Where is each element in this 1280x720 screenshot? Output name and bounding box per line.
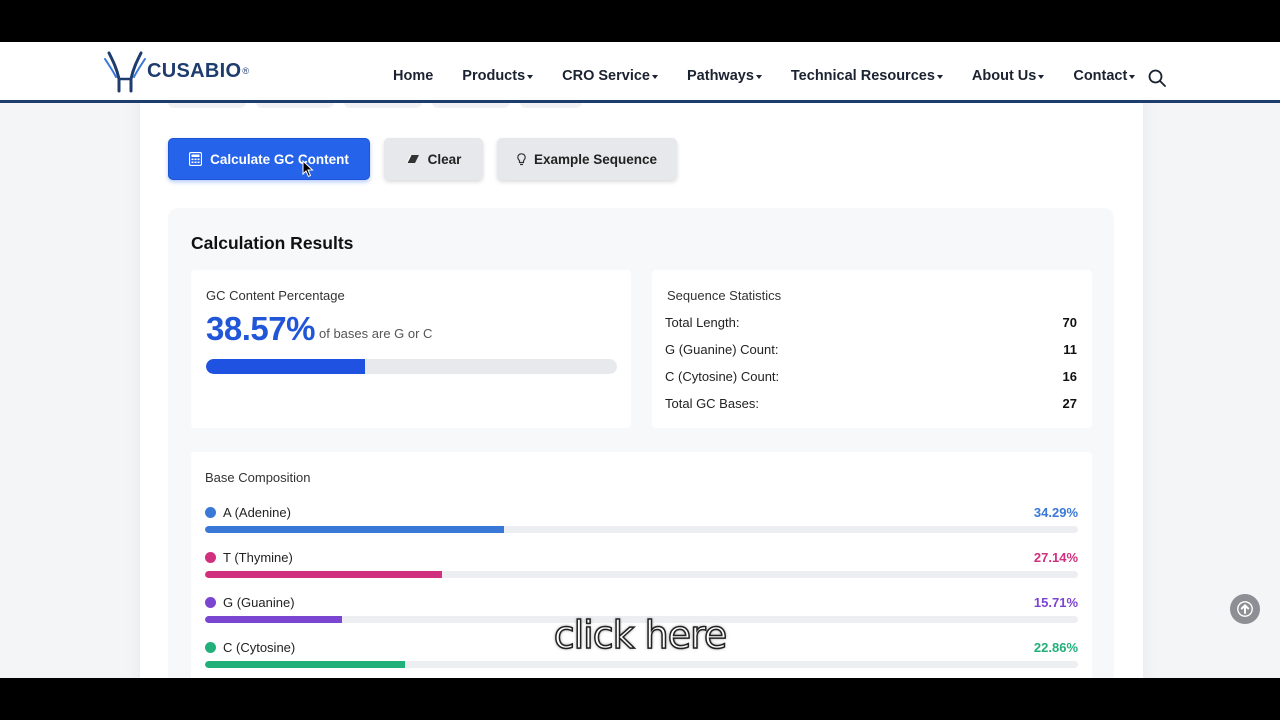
video-caption: click here bbox=[553, 612, 728, 658]
stat-row-total-length: Total Length: 70 bbox=[665, 315, 1077, 330]
gc-progress-track bbox=[206, 359, 617, 374]
mouse-cursor-icon bbox=[302, 160, 314, 178]
video-letterbox-bottom bbox=[0, 678, 1280, 720]
site-header: CUSABIO ® Home Products CRO Service Path… bbox=[0, 42, 1280, 103]
caret-down-icon bbox=[936, 74, 943, 79]
base-percentage: 15.71% bbox=[1033, 594, 1078, 610]
results-title: Calculation Results bbox=[191, 233, 354, 253]
nav-label: Pathways bbox=[687, 68, 754, 84]
logo-registered-mark: ® bbox=[242, 66, 249, 76]
lightbulb-icon bbox=[517, 152, 526, 165]
clear-button-label: Clear bbox=[427, 151, 462, 167]
search-icon[interactable] bbox=[1148, 69, 1166, 87]
calculate-button-label: Calculate GC Content bbox=[210, 151, 349, 167]
base-name: A (Adenine) bbox=[223, 504, 291, 520]
nav-label: Products bbox=[462, 68, 526, 84]
caret-down-icon bbox=[755, 74, 762, 79]
stat-value: 11 bbox=[1063, 342, 1077, 357]
calculator-icon bbox=[189, 152, 203, 166]
stat-row-c-count: C (Cytosine) Count: 16 bbox=[665, 369, 1077, 384]
caret-down-icon bbox=[1038, 74, 1045, 79]
stat-label: G (Guanine) Count: bbox=[665, 342, 779, 357]
gc-content-value: 38.57% bbox=[206, 310, 315, 347]
nav-technical-resources[interactable]: Technical Resources bbox=[791, 68, 943, 84]
base-progress-fill bbox=[205, 571, 442, 578]
example-button-label: Example Sequence bbox=[533, 151, 658, 167]
nav-contact[interactable]: Contact bbox=[1073, 68, 1136, 84]
video-letterbox-top bbox=[0, 0, 1280, 42]
antibody-logo-icon bbox=[104, 51, 146, 93]
nav-label: Home bbox=[393, 68, 434, 84]
stat-row-total-gc: Total GC Bases: 27 bbox=[665, 396, 1077, 411]
base-progress-fill bbox=[205, 526, 505, 533]
base-name: G (Guanine) bbox=[223, 594, 295, 610]
thymine-dot-icon bbox=[205, 551, 216, 563]
adenine-dot-icon bbox=[205, 506, 216, 518]
base-row-adenine: A (Adenine) 34.29% bbox=[205, 504, 1078, 533]
guanine-dot-icon bbox=[205, 596, 216, 608]
eraser-icon bbox=[406, 154, 419, 164]
caret-down-icon bbox=[527, 74, 534, 79]
cusabio-logo[interactable]: CUSABIO ® bbox=[103, 48, 249, 94]
caret-down-icon bbox=[652, 74, 658, 79]
base-row-thymine: T (Thymine) 27.14% bbox=[205, 549, 1078, 578]
base-percentage: 34.29% bbox=[1033, 504, 1078, 520]
base-composition-label: Base Composition bbox=[205, 470, 311, 485]
nav-label: CRO Service bbox=[562, 68, 650, 84]
sequence-statistics-label: Sequence Statistics bbox=[667, 288, 782, 303]
gc-progress-fill bbox=[206, 359, 365, 374]
gc-content-subtext: of bases are G or C bbox=[319, 326, 433, 341]
calculate-gc-button[interactable]: Calculate GC Content bbox=[168, 138, 370, 180]
gc-content-label: GC Content Percentage bbox=[206, 288, 345, 303]
stat-value: 16 bbox=[1062, 369, 1077, 384]
page-viewport: CUSABIO ® Home Products CRO Service Path… bbox=[0, 42, 1280, 678]
stat-value: 70 bbox=[1062, 315, 1077, 330]
nav-cro-service[interactable]: CRO Service bbox=[562, 68, 658, 84]
logo-text: CUSABIO bbox=[147, 59, 242, 82]
stat-label: Total GC Bases: bbox=[665, 396, 759, 411]
stat-label: Total Length: bbox=[665, 315, 740, 330]
main-nav: Home Products CRO Service Pathways Techn… bbox=[393, 68, 1164, 84]
nav-label: About Us bbox=[971, 68, 1037, 84]
base-progress-fill bbox=[205, 661, 405, 668]
stat-row-g-count: G (Guanine) Count: 11 bbox=[665, 342, 1077, 357]
nav-label: Contact bbox=[1073, 68, 1128, 84]
base-percentage: 27.14% bbox=[1033, 549, 1078, 565]
base-progress-track bbox=[205, 526, 1078, 533]
nav-pathways[interactable]: Pathways bbox=[687, 68, 762, 84]
clear-button[interactable]: Clear bbox=[384, 138, 483, 180]
base-progress-track bbox=[205, 571, 1078, 578]
base-name: T (Thymine) bbox=[223, 549, 293, 565]
nav-label: Technical Resources bbox=[790, 68, 935, 84]
results-section: Calculation Results GC Content Percentag… bbox=[168, 208, 1114, 678]
base-progress-track bbox=[205, 661, 1078, 668]
stat-label: C (Cytosine) Count: bbox=[665, 369, 780, 384]
example-sequence-button[interactable]: Example Sequence bbox=[497, 138, 677, 180]
nav-home[interactable]: Home bbox=[393, 68, 433, 84]
caret-down-icon bbox=[1129, 74, 1136, 79]
gc-content-panel: GC Content Percentage 38.57% of bases ar… bbox=[191, 270, 631, 428]
sequence-statistics-panel: Sequence Statistics Total Length: 70 G (… bbox=[652, 270, 1092, 428]
nav-products[interactable]: Products bbox=[462, 68, 534, 84]
nav-about-us[interactable]: About Us bbox=[971, 68, 1045, 84]
gc-calculator-card: Calculate GC Content Clear Example Seque… bbox=[140, 92, 1143, 678]
stat-value: 27 bbox=[1062, 396, 1077, 411]
